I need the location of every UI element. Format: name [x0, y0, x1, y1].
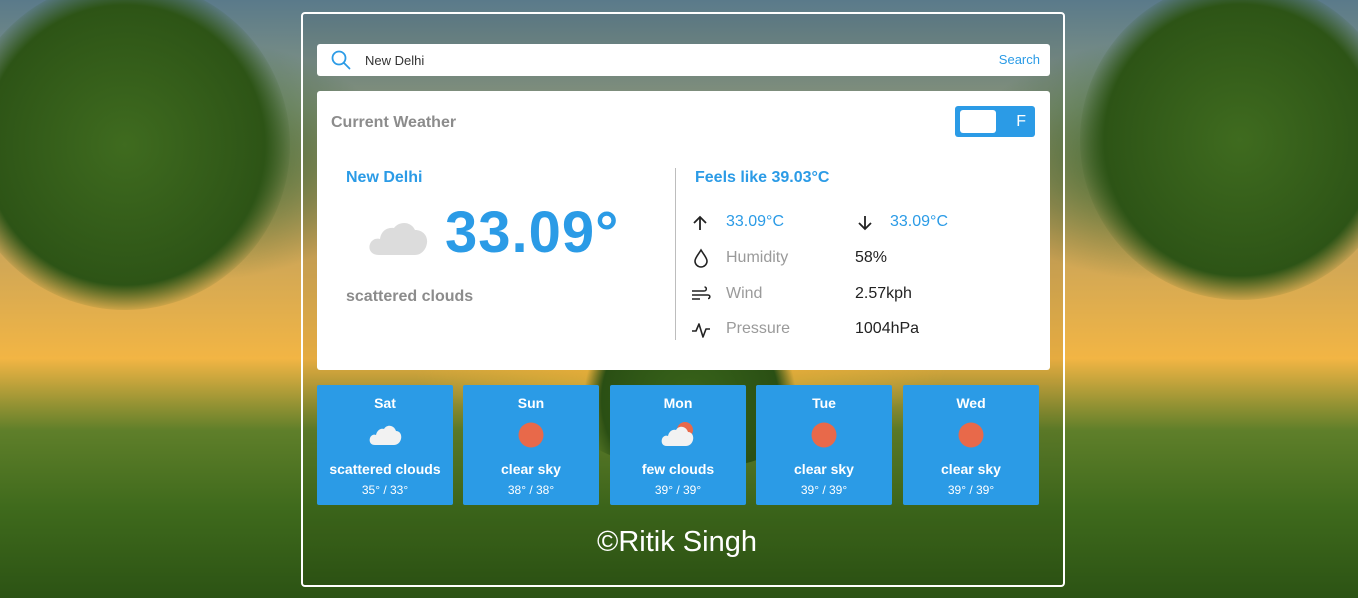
- forecast-day: Sat: [374, 395, 396, 411]
- background-tree-right: [1080, 0, 1358, 300]
- divider: [675, 168, 676, 340]
- temp-min-value: 33.09°C: [890, 213, 948, 230]
- forecast-temps: 39° / 39°: [800, 483, 848, 497]
- pressure-value: 1004hPa: [855, 320, 920, 337]
- forecast-temps: 38° / 38°: [507, 483, 555, 497]
- forecast-temps: 39° / 39°: [654, 483, 702, 497]
- humidity-value: 58%: [855, 249, 888, 266]
- forecast-card: Tue clear sky 39° / 39°: [756, 385, 892, 505]
- toggle-label: F: [1016, 113, 1026, 130]
- forecast-description: clear sky: [501, 461, 561, 477]
- pulse-icon: [692, 323, 710, 338]
- humidity-label: Humidity: [726, 249, 789, 266]
- wind-value: 2.57kph: [855, 285, 912, 302]
- current-weather-card: Current Weather F New Delhi 33.09° scatt…: [317, 91, 1050, 370]
- current-temperature: 33.09°: [445, 200, 620, 265]
- cloud-icon: [369, 222, 428, 255]
- toggle-knob[interactable]: [960, 110, 996, 133]
- forecast-card: Wed clear sky 39° / 39°: [903, 385, 1039, 505]
- pressure-label: Pressure: [726, 320, 791, 337]
- unit-toggle[interactable]: F: [955, 106, 1035, 137]
- forecast-description: clear sky: [794, 461, 854, 477]
- arrow-up-icon: [693, 215, 707, 230]
- wind-icon: [692, 286, 711, 300]
- city-name: New Delhi: [346, 169, 423, 186]
- forecast-temps: 35° / 33°: [361, 483, 409, 497]
- forecast-description: clear sky: [941, 461, 1001, 477]
- forecast-description: few clouds: [641, 461, 715, 477]
- forecast-temps: 39° / 39°: [947, 483, 995, 497]
- wind-label: Wind: [726, 285, 763, 302]
- forecast-day: Wed: [956, 395, 986, 411]
- forecast-description: scattered clouds: [329, 461, 441, 477]
- forecast-card: Mon few clouds 39° / 39°: [610, 385, 746, 505]
- sun-icon: [518, 422, 544, 448]
- sun-cloud-icon: [661, 422, 694, 446]
- forecast-day: Tue: [812, 395, 836, 411]
- forecast-day: Mon: [663, 395, 693, 411]
- footer-text: ©Ritik Singh: [597, 526, 757, 558]
- footer-credit: ©Ritik Singh: [0, 526, 1358, 559]
- weather-description: scattered clouds: [346, 288, 474, 305]
- forecast-card: Sun clear sky 38° / 38°: [463, 385, 599, 505]
- sun-icon: [811, 422, 837, 448]
- search-bar: Search: [317, 44, 1050, 76]
- feels-like: Feels like 39.03°C: [695, 169, 830, 186]
- forecast-card: Sat scattered clouds 35° / 33°: [317, 385, 453, 505]
- forecast-day: Sun: [517, 395, 545, 411]
- cloud-icon: [369, 425, 402, 445]
- background-tree-left: [0, 0, 290, 310]
- arrow-down-icon: [858, 216, 872, 231]
- current-weather-title: Current Weather: [331, 114, 457, 131]
- droplet-icon: [694, 248, 708, 268]
- sun-icon: [958, 422, 984, 448]
- temp-max-value: 33.09°C: [726, 213, 784, 230]
- search-button[interactable]: Search: [999, 52, 1040, 67]
- search-icon[interactable]: [331, 50, 351, 70]
- search-input[interactable]: [365, 50, 965, 70]
